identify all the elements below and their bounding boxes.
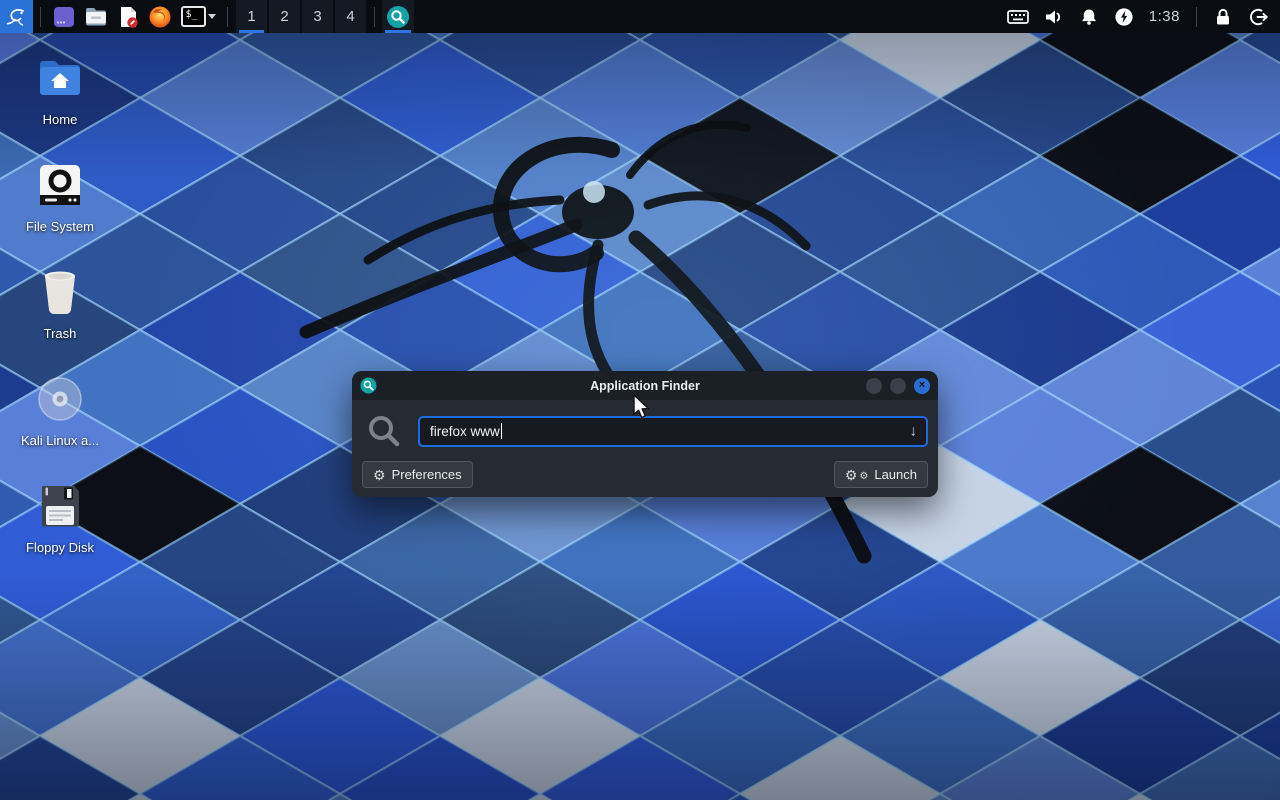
terminal-icon: $_ (181, 6, 206, 27)
workspace-4[interactable]: 4 (335, 0, 366, 33)
desktop-icon-label: File System (26, 219, 94, 234)
dropdown-arrow-icon[interactable]: ↓ (910, 423, 918, 440)
top-panel: $_ 1 2 3 4 (0, 0, 1280, 33)
workspace-1[interactable]: 1 (236, 0, 267, 33)
panel-separator (1196, 7, 1197, 27)
logout-icon[interactable] (1248, 7, 1270, 27)
app-finder-icon (386, 5, 410, 29)
desktop-icon-label: Home (43, 112, 78, 127)
finder-body: firefox www ↓ ⚙ Preferences ⚙ ⚙ Launch (352, 400, 938, 497)
launch-button-label: Launch (874, 467, 917, 482)
launcher-app-window[interactable] (48, 0, 80, 33)
panel-separator (40, 7, 41, 27)
panel-separator (227, 7, 228, 27)
text-caret (501, 423, 503, 439)
desktop-icon-floppy[interactable]: Floppy Disk (8, 478, 112, 585)
search-icon (366, 413, 402, 449)
hard-drive-icon (39, 157, 81, 213)
kali-dragon-icon (5, 5, 29, 29)
home-folder-icon (37, 50, 83, 106)
launcher-terminal[interactable]: $_ (176, 0, 220, 33)
close-icon: × (919, 380, 925, 391)
search-input[interactable]: firefox www ↓ (418, 416, 928, 447)
desktop: Home File System (0, 0, 1280, 800)
trash-bin-icon (38, 264, 82, 320)
folder-icon (84, 6, 108, 28)
desktop-icon-grid: Home File System (8, 50, 112, 585)
notification-bell-icon[interactable] (1079, 7, 1099, 27)
lock-screen-icon[interactable] (1213, 7, 1233, 27)
taskbar-application-finder[interactable] (382, 0, 414, 33)
volume-icon[interactable] (1044, 7, 1064, 27)
workspace-number: 3 (313, 8, 321, 25)
desktop-icon-label: Kali Linux a... (21, 433, 99, 448)
close-button[interactable]: × (914, 378, 930, 394)
document-edit-icon (116, 5, 140, 29)
search-input-value: firefox www (430, 424, 500, 439)
minimize-button[interactable] (866, 378, 882, 394)
gear-icon: ⚙ (373, 468, 386, 482)
power-manager-icon[interactable] (1114, 7, 1134, 27)
firefox-icon (148, 5, 172, 29)
launch-gear-small-icon: ⚙ (859, 472, 868, 482)
launcher-text-editor[interactable] (112, 0, 144, 33)
application-finder-window: Application Finder × firefox www ↓ (352, 371, 938, 497)
keyboard-icon[interactable] (1007, 8, 1029, 26)
launch-gear-icon: ⚙ (845, 468, 858, 482)
workspace-3[interactable]: 3 (302, 0, 333, 33)
desktop-icon-label: Trash (44, 326, 77, 341)
titlebar[interactable]: Application Finder × (352, 371, 938, 400)
workspace-number: 2 (280, 8, 288, 25)
preferences-button[interactable]: ⚙ Preferences (362, 461, 473, 488)
launcher-file-manager[interactable] (80, 0, 112, 33)
floppy-disk-icon (40, 478, 80, 534)
chevron-down-icon[interactable] (208, 14, 216, 19)
optical-disc-icon (37, 371, 83, 427)
desktop-icon-home[interactable]: Home (8, 50, 112, 157)
workspace-number: 4 (346, 8, 354, 25)
desktop-icon-label: Floppy Disk (26, 540, 94, 555)
desktop-icon-file-system[interactable]: File System (8, 157, 112, 264)
window-title: Application Finder (352, 379, 938, 393)
system-tray: 1:38 (1007, 7, 1280, 27)
workspace-2[interactable]: 2 (269, 0, 300, 33)
maximize-button[interactable] (890, 378, 906, 394)
window-controls: × (866, 378, 930, 394)
workspace-number: 1 (247, 8, 255, 25)
panel-separator (374, 7, 375, 27)
kali-menu-button[interactable] (0, 0, 33, 33)
launcher-firefox[interactable] (144, 0, 176, 33)
clock[interactable]: 1:38 (1149, 8, 1180, 25)
purple-window-icon (52, 5, 76, 29)
desktop-icon-kali-cd[interactable]: Kali Linux a... (8, 371, 112, 478)
launch-button[interactable]: ⚙ ⚙ Launch (834, 461, 928, 488)
preferences-button-label: Preferences (392, 467, 462, 482)
desktop-icon-trash[interactable]: Trash (8, 264, 112, 371)
